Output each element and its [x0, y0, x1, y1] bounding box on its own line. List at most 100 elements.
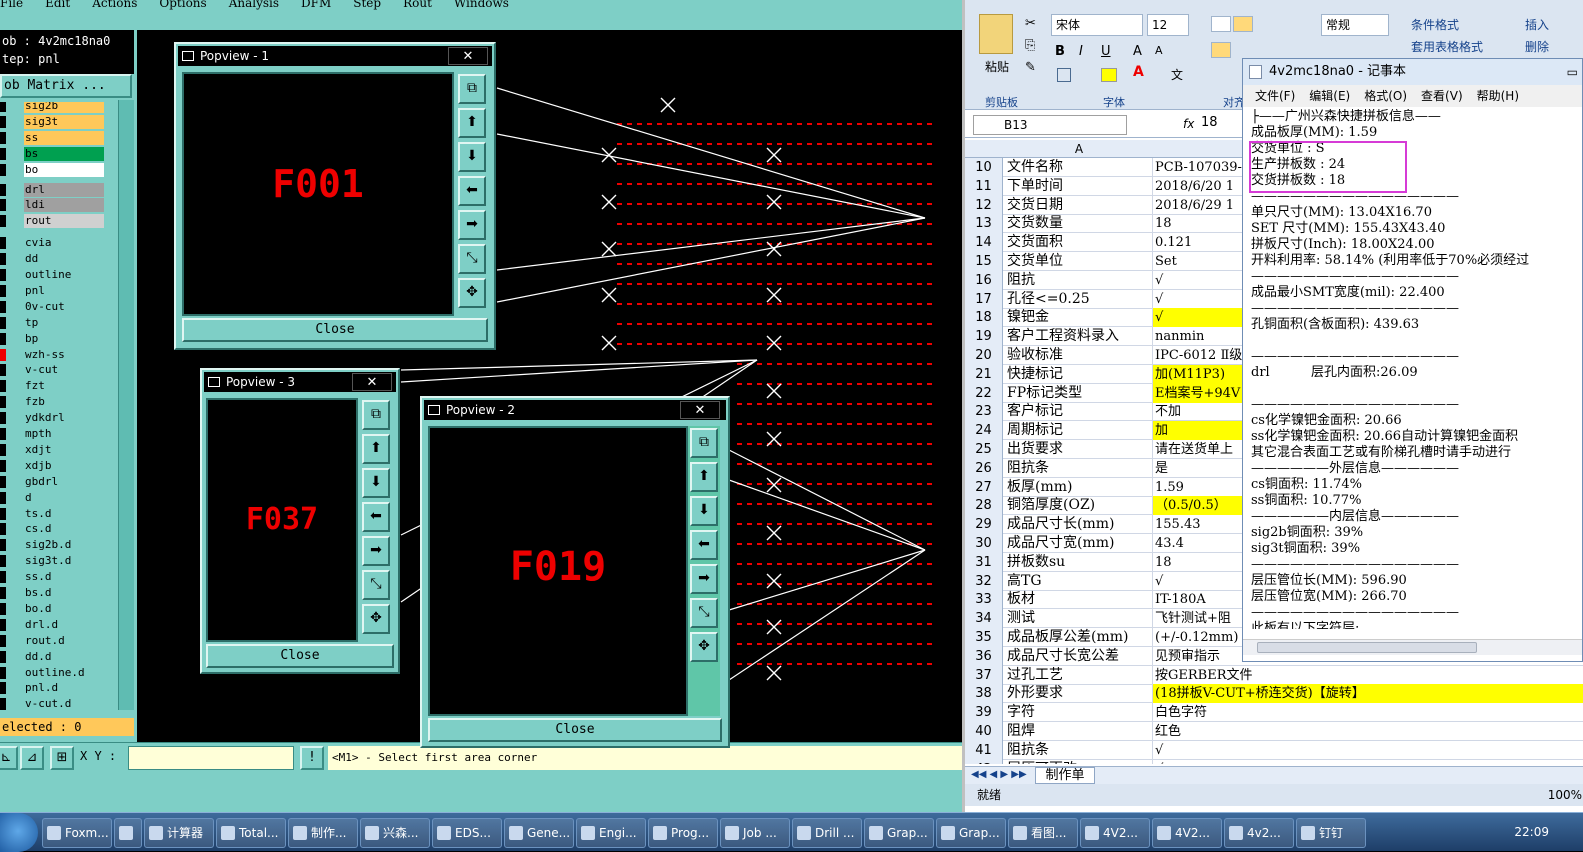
cell-b[interactable]: 白色字符 — [1153, 703, 1583, 722]
popview-3-viewport[interactable]: F037 — [206, 398, 358, 642]
layer-name[interactable]: ldi — [24, 198, 104, 213]
bold-icon[interactable]: B — [1055, 44, 1065, 59]
cut-icon[interactable]: ✂ — [1025, 16, 1036, 31]
layer-name[interactable]: sig3t.d — [24, 554, 104, 569]
layer-name[interactable]: bs — [24, 146, 104, 161]
layer-name[interactable]: ts.d — [24, 506, 104, 521]
cell-a[interactable]: 阻焊 — [1005, 722, 1153, 741]
notepad-titlebar[interactable]: 4v2mc18na0 - 记事本 ▭ — [1243, 59, 1582, 85]
pan-down-icon[interactable]: ⬇ — [458, 142, 486, 172]
layer-checkbox[interactable] — [0, 571, 6, 584]
layer-row[interactable]: bo.d — [0, 601, 118, 616]
cell-a[interactable]: 周期标记 — [1005, 421, 1153, 441]
zoom-in-icon[interactable]: ⤡ — [690, 598, 718, 628]
taskbar-item[interactable]: 制作... — [288, 818, 358, 848]
taskbar-item[interactable]: 4V2... — [1152, 818, 1222, 848]
layer-name[interactable]: ydkdrl — [24, 411, 104, 426]
layer-row[interactable]: drl — [0, 182, 118, 197]
menu-item[interactable]: Options — [159, 0, 206, 10]
layer-name[interactable]: bo.d — [24, 601, 104, 616]
taskbar-item[interactable]: Gene... — [504, 818, 574, 848]
row-number[interactable]: 39 — [965, 703, 1003, 723]
cell-a[interactable]: 过孔工艺 — [1005, 665, 1153, 685]
taskbar-item[interactable]: Grap... — [936, 818, 1006, 848]
notepad-menu-item[interactable]: 文件(F) — [1255, 89, 1295, 103]
row-number[interactable]: 25 — [965, 440, 1003, 459]
layer-checkbox[interactable] — [0, 555, 6, 568]
taskbar-item[interactable]: Total... — [216, 818, 286, 848]
layer-row[interactable]: dd — [0, 251, 118, 267]
layer-row[interactable]: cvia — [0, 235, 118, 251]
layer-row[interactable]: sig3t — [0, 114, 118, 129]
pan-left-icon[interactable]: ⬅ — [690, 530, 718, 560]
row-number[interactable]: 34 — [965, 609, 1003, 629]
row-number[interactable]: 28 — [965, 496, 1003, 516]
paste-icon[interactable] — [979, 14, 1013, 54]
popview-2-close-button[interactable]: Close — [428, 718, 722, 742]
font-size-select[interactable]: 12 — [1147, 14, 1189, 36]
layer-checkbox[interactable] — [0, 618, 6, 631]
cell-a[interactable]: 交货单位 — [1005, 252, 1153, 271]
layer-name[interactable]: outline — [24, 268, 104, 282]
cell-a[interactable]: 孔径<=0.25 — [1005, 289, 1153, 309]
cell-a[interactable]: 阻抗 — [1005, 270, 1153, 290]
menu-item[interactable]: Analysis — [229, 0, 279, 10]
layer-row[interactable]: cs.d — [0, 521, 118, 537]
layer-row[interactable]: ss.d — [0, 569, 118, 585]
alert-icon[interactable]: ! — [300, 746, 324, 770]
grid-icon[interactable]: ⊞ — [50, 746, 74, 770]
layer-checkbox[interactable] — [0, 698, 6, 710]
zoom-home-icon[interactable]: ⧉ — [362, 400, 390, 430]
popview-1-viewport[interactable]: F001 — [182, 72, 454, 316]
cell-a[interactable]: 客户标记 — [1005, 402, 1153, 422]
grow-font-icon[interactable]: A — [1133, 44, 1142, 59]
layer-checkbox[interactable] — [0, 215, 6, 228]
fill-color-icon[interactable] — [1101, 68, 1117, 82]
layer-name[interactable]: fzt — [24, 379, 104, 394]
layer-name[interactable]: sig3t — [24, 114, 104, 129]
layer-checkbox[interactable] — [0, 115, 6, 128]
pan-up-icon[interactable]: ⬆ — [458, 108, 486, 138]
layer-row[interactable]: fzb — [0, 394, 118, 410]
layer-name[interactable]: bp — [24, 331, 104, 346]
pan-right-icon[interactable]: ➡ — [362, 536, 390, 566]
row-number[interactable]: 41 — [965, 740, 1003, 760]
layer-row[interactable]: ldi — [0, 197, 118, 213]
cell-a[interactable]: 文件名称 — [1005, 158, 1153, 177]
popview-3-titlebar[interactable]: Popview - 3 ✕ — [204, 372, 396, 392]
row-number[interactable]: 16 — [965, 270, 1003, 290]
layer-row[interactable]: bs — [0, 146, 118, 161]
layer-name[interactable]: 0v-cut — [24, 299, 104, 314]
conditional-format-button[interactable]: 条件格式 — [1411, 16, 1459, 33]
layer-name[interactable]: tp — [24, 315, 104, 330]
layer-row[interactable]: ts.d — [0, 506, 118, 521]
row-number[interactable]: 15 — [965, 252, 1003, 271]
layer-list-scrollbar[interactable] — [118, 100, 134, 710]
layer-row[interactable]: mpth — [0, 426, 118, 441]
pan-right-icon[interactable]: ➡ — [690, 564, 718, 594]
align-top-icon[interactable] — [1211, 16, 1231, 32]
layer-checkbox[interactable] — [0, 491, 6, 504]
cell-a[interactable]: 成品板厚公差(mm) — [1005, 628, 1153, 647]
sheet-tab[interactable]: 制作单 — [1035, 767, 1095, 784]
row-number[interactable]: 40 — [965, 722, 1003, 741]
align-left-icon[interactable] — [1211, 42, 1231, 58]
popview-1-close-button[interactable]: Close — [182, 318, 488, 342]
layer-row[interactable]: sig3t.d — [0, 553, 118, 569]
layer-checkbox[interactable] — [0, 523, 6, 536]
row-number[interactable]: 33 — [965, 590, 1003, 610]
cell-b[interactable]: √ — [1153, 760, 1583, 764]
layer-name[interactable]: v-cut — [24, 363, 104, 378]
layer-row[interactable]: sig2b.d — [0, 537, 118, 553]
font-color-icon[interactable]: A — [1133, 64, 1144, 80]
cell-a[interactable]: 高TG — [1005, 571, 1153, 591]
row-number[interactable]: 20 — [965, 346, 1003, 365]
layer-name[interactable]: ss — [24, 130, 104, 145]
layer-row[interactable]: 0v-cut — [0, 299, 118, 314]
layer-row[interactable]: pnl — [0, 283, 118, 298]
cell-a[interactable]: 出货要求 — [1005, 440, 1153, 459]
scroll-thumb[interactable] — [1257, 642, 1477, 653]
layer-name[interactable]: rout — [24, 214, 104, 229]
pan-left-icon[interactable]: ⬅ — [458, 176, 486, 206]
row-number[interactable]: 21 — [965, 364, 1003, 384]
